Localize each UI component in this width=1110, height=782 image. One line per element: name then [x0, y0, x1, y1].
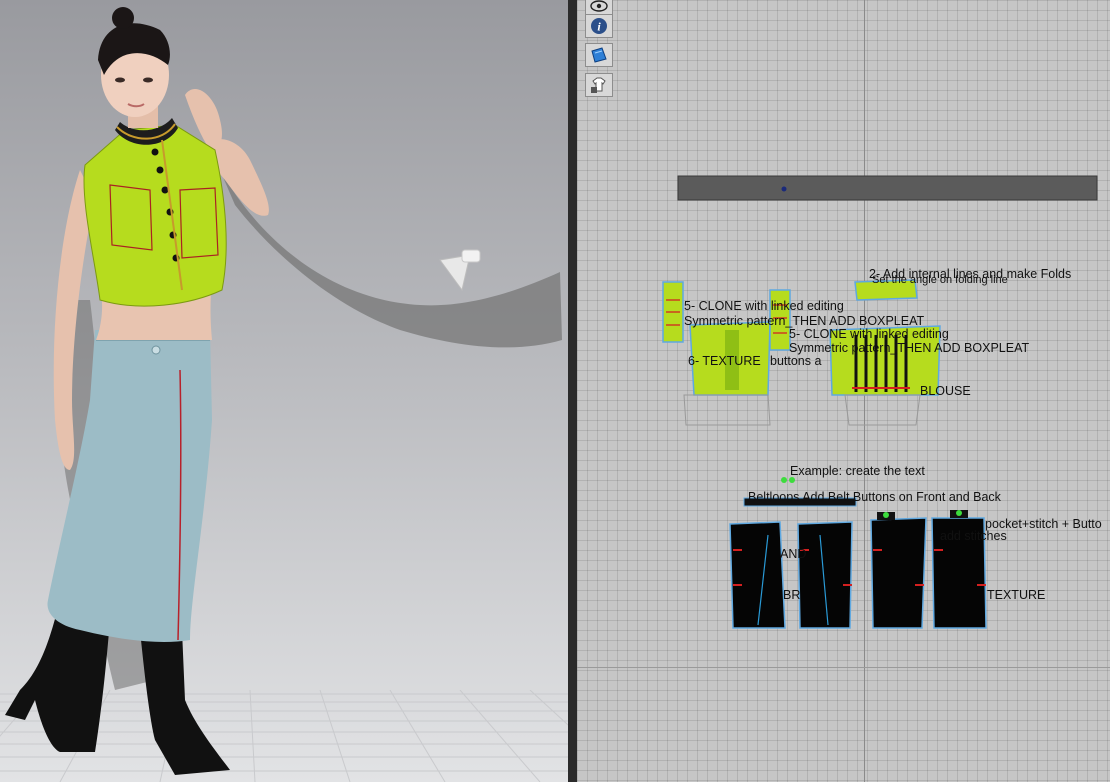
pattern-piece-scarf[interactable] — [677, 175, 1098, 201]
label-beltloops[interactable]: Beltloops Add Belt Buttons on Front and … — [748, 491, 1001, 504]
label-buttons[interactable]: buttons a — [770, 355, 821, 368]
label-clone-linked-2[interactable]: 5- CLONE with linked editing — [789, 328, 949, 341]
label-and[interactable]: AND — [780, 548, 806, 561]
label-symmetric-boxpleat-2[interactable]: Symmetric pattern_THEN ADD BOXPLEAT — [789, 342, 1029, 355]
label-clone-linked[interactable]: 5- CLONE with linked editing — [684, 300, 844, 313]
label-texture-bottom[interactable]: TEXTURE — [987, 589, 1045, 602]
label-br[interactable]: BR — [783, 589, 800, 602]
label-symmetric-boxpleat[interactable]: Symmetric pattern_THEN ADD BOXPLEAT — [684, 315, 924, 328]
label-texture[interactable]: 6- TEXTURE — [688, 355, 761, 368]
label-example-create[interactable]: Example: create the text — [790, 465, 925, 478]
label-add-stitches[interactable]: add stitches — [940, 530, 1007, 543]
label-fold-line[interactable]: Set the angle on folding line — [872, 275, 1008, 286]
label-blouse[interactable]: BLOUSE — [920, 385, 971, 398]
